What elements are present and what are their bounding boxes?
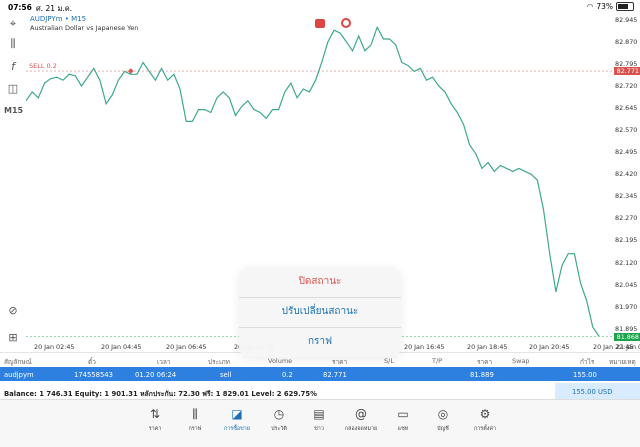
tab-settings[interactable]: ⚙ การตั้งค่า <box>465 406 505 433</box>
cell-time: 01.20 06:24 <box>135 371 177 379</box>
tab-news[interactable]: ▤ ข่าว <box>299 406 339 433</box>
balance-row: Balance: 1 746.31 Equity: 1 901.31 หลักป… <box>0 383 640 400</box>
price-axis: 82.945 82.870 82.795 82.720 82.645 82.570 82.4… <box>612 14 640 341</box>
status-bar: 07:56 ศ. 21 ม.ค. ◠ 73% <box>0 0 640 14</box>
sell-price-tag: 82.771 <box>614 67 640 76</box>
modify-position-button[interactable]: ปรับเปลี่ยนสถานะ <box>239 297 401 328</box>
tab-chart[interactable]: ⫼ กราฟ <box>175 406 215 433</box>
price-tick: 82.195 <box>615 236 638 245</box>
price-tick: 82.270 <box>615 214 638 223</box>
tab-quotes[interactable]: ⇅ ราคา <box>135 406 175 433</box>
chat-icon: ▭ <box>397 407 409 421</box>
candlestick-icon[interactable]: ⫼ <box>4 36 22 52</box>
news-icon: ▤ <box>313 407 325 421</box>
chart-badge-flag[interactable] <box>341 18 351 28</box>
price-tick: 82.495 <box>615 148 638 157</box>
tab-mailbox[interactable]: @ กล่องจดหมาย <box>341 406 381 433</box>
time-tick: 20 Jan 18:45 <box>467 343 508 351</box>
column-header[interactable]: T/P <box>432 357 442 365</box>
tab-history[interactable]: ◷ ประวัติ <box>259 406 299 433</box>
chart-toolbar: ⌖ ⫼ f ◫ M15 ⊘ ⊞ <box>0 14 26 350</box>
zoom-icon[interactable]: ⊘ <box>4 303 22 319</box>
total-profit-value: 155.00 USD <box>572 388 613 396</box>
price-tick: 82.045 <box>615 280 638 289</box>
cell-current-price: 81.889 <box>470 371 494 379</box>
price-tick: 82.945 <box>615 15 638 24</box>
add-icon[interactable]: ⊞ <box>4 330 22 346</box>
time-tick: 20 Jan 04:45 <box>101 343 142 351</box>
price-tick: 82.345 <box>615 192 638 201</box>
bottom-tab-bar: ⇅ ราคา ⫼ กราฟ ◪ การซื้อขาย ◷ ประวัติ ▤ ข่าว @… <box>0 400 640 447</box>
cell-price: 82.771 <box>323 371 347 379</box>
cell-profit: 155.00 <box>573 371 597 379</box>
time-tick: 20 Jan 02:45 <box>34 343 75 351</box>
column-header[interactable]: ราคา <box>477 357 492 367</box>
history-icon: ◷ <box>273 407 285 421</box>
account-icon: ◎ <box>437 407 449 421</box>
time-tick: 21 Jan 00:45 <box>616 343 640 351</box>
symbol-title: AUDJPYm • M15 <box>30 15 87 23</box>
quotes-icon: ⇅ <box>149 407 161 421</box>
mailbox-icon: @ <box>355 407 367 421</box>
column-header[interactable]: ราคา <box>332 357 347 367</box>
price-tick: 82.645 <box>615 104 638 113</box>
column-header[interactable]: หมายเหตุ <box>609 357 636 367</box>
price-tick: 82.120 <box>615 258 638 267</box>
wifi-icon: ◠ <box>586 2 594 11</box>
price-tick: 82.870 <box>615 37 638 46</box>
cell-volume: 0.2 <box>282 371 293 379</box>
tab-chat[interactable]: ▭ แชท <box>383 406 423 433</box>
column-header[interactable]: กำไร <box>580 357 594 367</box>
tab-trade[interactable]: ◪ การซื้อขาย <box>217 406 257 433</box>
battery: ◠ 73% <box>587 2 634 11</box>
total-profit: 155.00 USD <box>555 383 640 399</box>
symbol-description: Australian Dollar vs Japanese Yen <box>30 24 139 32</box>
tab-account[interactable]: ◎ บัญชี <box>423 406 463 433</box>
column-header[interactable]: Swap <box>512 357 530 365</box>
column-header[interactable]: S/L <box>384 357 394 365</box>
price-tick: 82.420 <box>615 170 638 179</box>
column-header[interactable]: ประเภท <box>208 357 230 367</box>
cell-ticket: 174558543 <box>74 371 113 379</box>
chart-button[interactable]: กราฟ <box>239 327 401 357</box>
sell-level-label: SELL 0.2 <box>29 62 57 70</box>
price-tick: 82.570 <box>615 126 638 135</box>
column-header[interactable]: Volume <box>268 357 292 365</box>
close-position-button[interactable]: ปิดสถานะ <box>239 267 401 298</box>
gear-icon: ⚙ <box>479 407 491 421</box>
battery-percent: 73% <box>596 2 613 11</box>
column-header[interactable]: ตั๋ว <box>88 357 96 367</box>
column-header[interactable]: สัญลักษณ์ <box>4 357 32 367</box>
time-tick: 20 Jan 16:45 <box>404 343 445 351</box>
time-tick: 20 Jan 20:45 <box>529 343 570 351</box>
battery-icon <box>616 2 634 11</box>
clock: 07:56 <box>8 3 32 12</box>
timeframe-button[interactable]: M15 <box>4 103 23 119</box>
cell-symbol: audjpym <box>4 371 34 379</box>
time-tick: 20 Jan 06:45 <box>166 343 207 351</box>
trade-icon: ◪ <box>231 407 243 421</box>
cell-type: sell <box>220 371 232 379</box>
table-row[interactable]: audjpym 174558543 01.20 06:24 sell 0.2 8… <box>0 367 640 381</box>
price-tick: 81.895 <box>615 324 638 333</box>
crosshair-icon[interactable]: ⌖ <box>4 16 22 32</box>
objects-icon[interactable]: ◫ <box>4 81 22 97</box>
column-header[interactable]: เวลา <box>157 357 171 367</box>
chart-badge-red[interactable] <box>315 19 325 28</box>
balance-summary: Balance: 1 746.31 Equity: 1 901.31 หลักป… <box>4 390 317 398</box>
position-action-sheet: ปิดสถานะ ปรับเปลี่ยนสถานะ กราฟ <box>239 267 401 357</box>
function-icon[interactable]: f <box>4 59 22 75</box>
price-tick: 81.970 <box>615 302 638 311</box>
chart-icon: ⫼ <box>192 407 198 421</box>
price-tick: 82.720 <box>615 82 638 91</box>
